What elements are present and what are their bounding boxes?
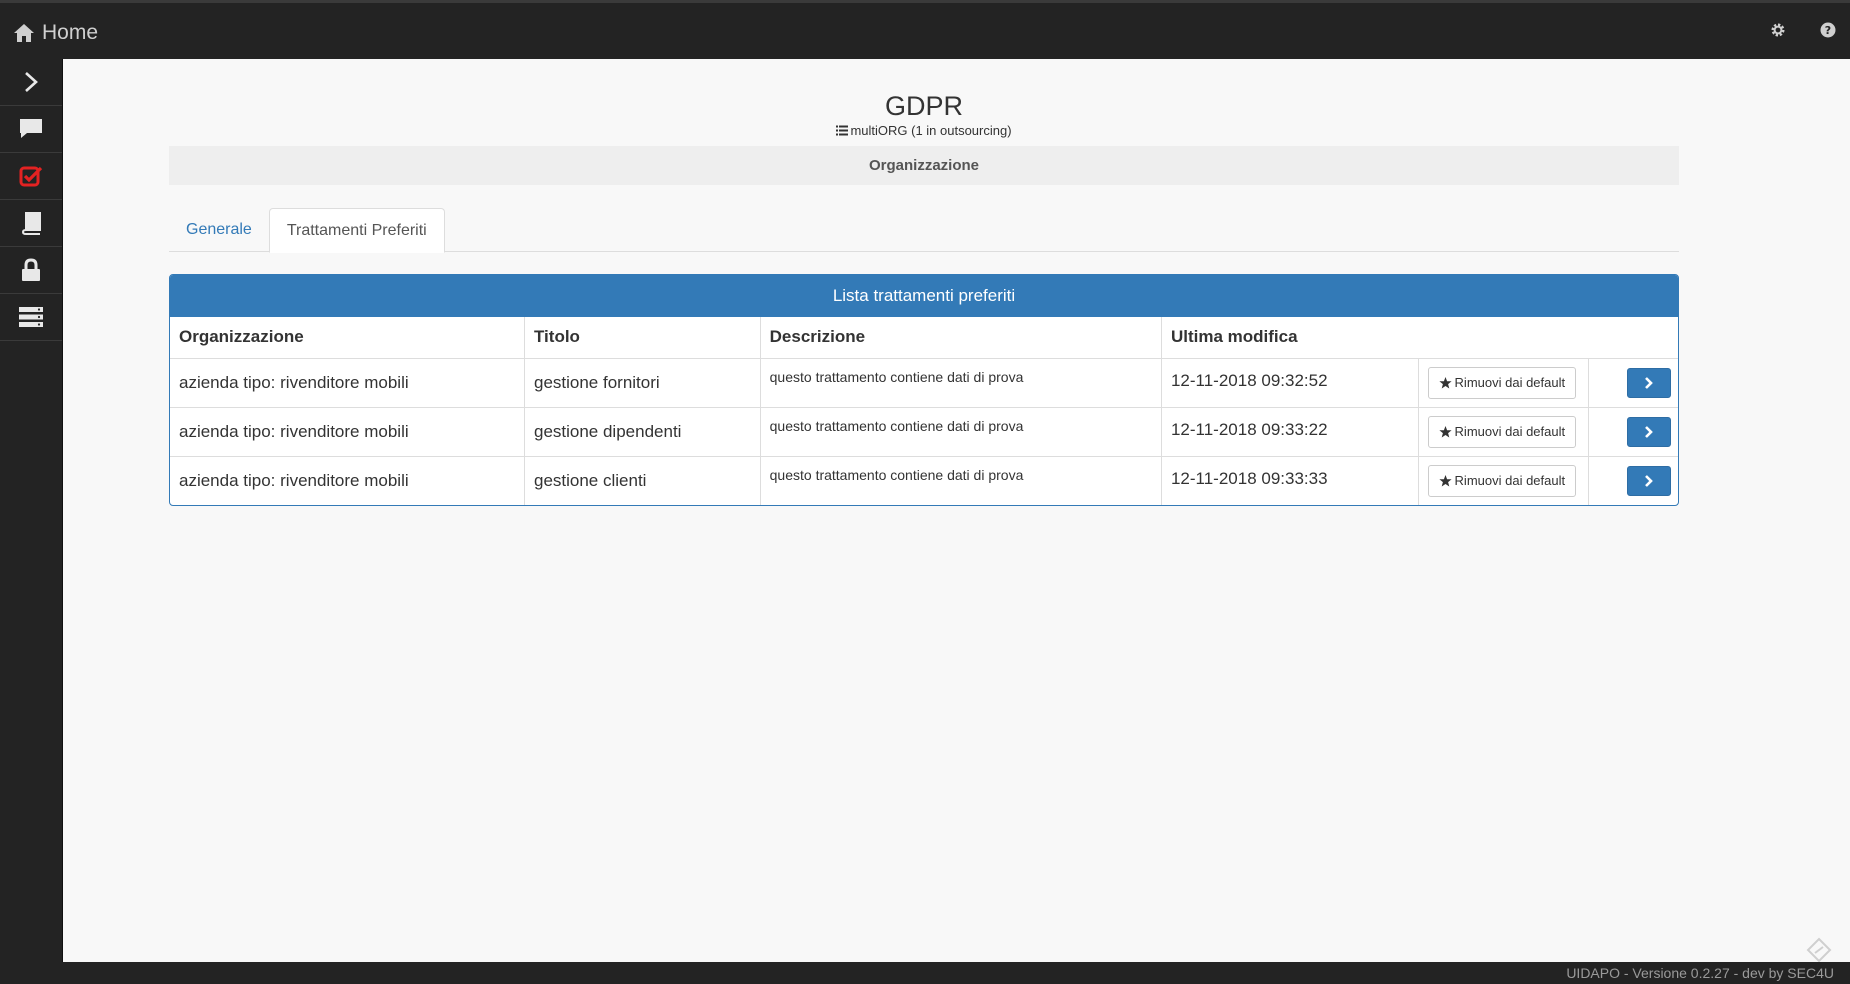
cell-ultima-modifica: 12-11-2018 09:33:33 [1160,455,1419,505]
cell-ultima-modifica: 12-11-2018 09:32:52 [1160,357,1419,407]
svg-text:?: ? [1825,24,1831,37]
column-header-titolo: Titolo [523,317,761,359]
column-header-descrizione: Descrizione [759,317,1162,359]
list-icon [836,125,849,136]
remove-default-label: Rimuovi dai default [1454,473,1566,489]
open-row-button[interactable] [1627,416,1671,447]
cell-organizzazione: azienda tipo: rivenditore mobili [170,357,525,407]
star-icon [1438,474,1452,487]
organization-header: Organizzazione [169,146,1679,185]
cell-descrizione: questo trattamento contiene dati di prov… [759,357,1162,407]
cell-open [1587,357,1678,407]
cell-remove-default: Rimuovi dai default [1417,357,1589,407]
chevron-right-icon [1645,474,1653,487]
cell-remove-default: Rimuovi dai default [1417,406,1589,456]
chevron-right-icon [1645,425,1653,438]
cell-descrizione: questo trattamento contiene dati di prov… [759,455,1162,505]
cell-titolo: gestione fornitori [523,357,761,407]
sidebar-item-servers[interactable] [0,294,62,341]
sidebar [0,59,63,962]
help-icon[interactable]: ? [1818,20,1838,40]
cell-organizzazione: azienda tipo: rivenditore mobili [170,455,525,505]
server-icon [19,307,43,327]
footer-text: UIDAPO - Versione 0.2.27 - dev by SEC4U [1566,965,1834,981]
chevron-right-icon [25,72,38,92]
sidebar-item-security[interactable] [0,247,62,294]
remove-default-label: Rimuovi dai default [1454,424,1566,439]
column-header-ultima-modifica: Ultima modifica [1160,317,1419,359]
tab-generale[interactable]: Generale [169,208,269,252]
cell-open [1587,406,1678,456]
gear-icon[interactable] [1768,20,1788,40]
cell-titolo: gestione dipendenti [523,406,761,456]
checkbox-icon [19,166,43,187]
favorites-panel: Lista trattamenti preferiti Organizzazio… [169,274,1679,506]
column-header-empty [1418,317,1589,359]
page-title: GDPR [884,91,963,121]
chevron-right-icon [1645,376,1653,389]
cell-ultima-modifica: 12-11-2018 09:33:22 [1160,406,1419,456]
lock-icon [22,258,40,281]
sidebar-item-messages[interactable] [0,106,62,153]
favorites-table: Organizzazione Titolo Descrizione Ultima… [170,317,1678,505]
cell-descrizione: questo trattamento contiene dati di prov… [759,406,1162,456]
cell-remove-default: Rimuovi dai default [1417,455,1589,505]
column-header-organizzazione: Organizzazione [170,317,525,359]
remove-default-label: Rimuovi dai default [1454,375,1566,390]
subtitle-text: multiORG (1 in outsourcing) [850,123,1012,138]
remove-default-button[interactable]: Rimuovi dai default [1427,415,1577,448]
sidebar-item-documents[interactable] [0,200,62,247]
star-icon [1438,376,1452,388]
tab-trattamenti-preferiti[interactable]: Trattamenti Preferiti [268,208,445,253]
diamond-icon [1806,937,1832,963]
cell-open [1587,455,1678,505]
sidebar-toggle[interactable] [0,59,62,106]
tab-bar: Generale Trattamenti Preferiti [169,208,1679,253]
sidebar-item-tasks[interactable] [0,153,62,200]
comment-icon [20,119,42,138]
book-icon [21,212,41,235]
column-header-empty [1588,317,1678,359]
star-icon [1438,425,1452,437]
remove-default-button[interactable]: Rimuovi dai default [1427,366,1577,399]
remove-default-button[interactable]: Rimuovi dai default [1427,464,1577,497]
home-icon [14,24,34,42]
table-row: azienda tipo: rivenditore mobili gestion… [170,357,1678,407]
table-row: azienda tipo: rivenditore mobili gestion… [170,455,1678,505]
panel-title: Lista trattamenti preferiti [170,275,1678,317]
organization-label: Organizzazione [868,157,980,174]
top-navbar: Home ? [0,0,1850,59]
open-row-button[interactable] [1627,367,1671,398]
table-row: azienda tipo: rivenditore mobili gestion… [170,406,1678,456]
main-content: GDPR multiORG (1 in outsourcing) Organiz… [63,59,1850,962]
home-link[interactable]: Home [13,20,98,46]
page-subtitle: multiORG (1 in outsourcing) [836,123,1012,138]
cell-titolo: gestione clienti [523,455,761,505]
home-label: Home [42,21,99,44]
table-header-row: Organizzazione Titolo Descrizione Ultima… [170,317,1678,359]
cell-organizzazione: azienda tipo: rivenditore mobili [170,406,525,456]
open-row-button[interactable] [1627,465,1671,496]
footer: UIDAPO - Versione 0.2.27 - dev by SEC4U [0,962,1850,984]
